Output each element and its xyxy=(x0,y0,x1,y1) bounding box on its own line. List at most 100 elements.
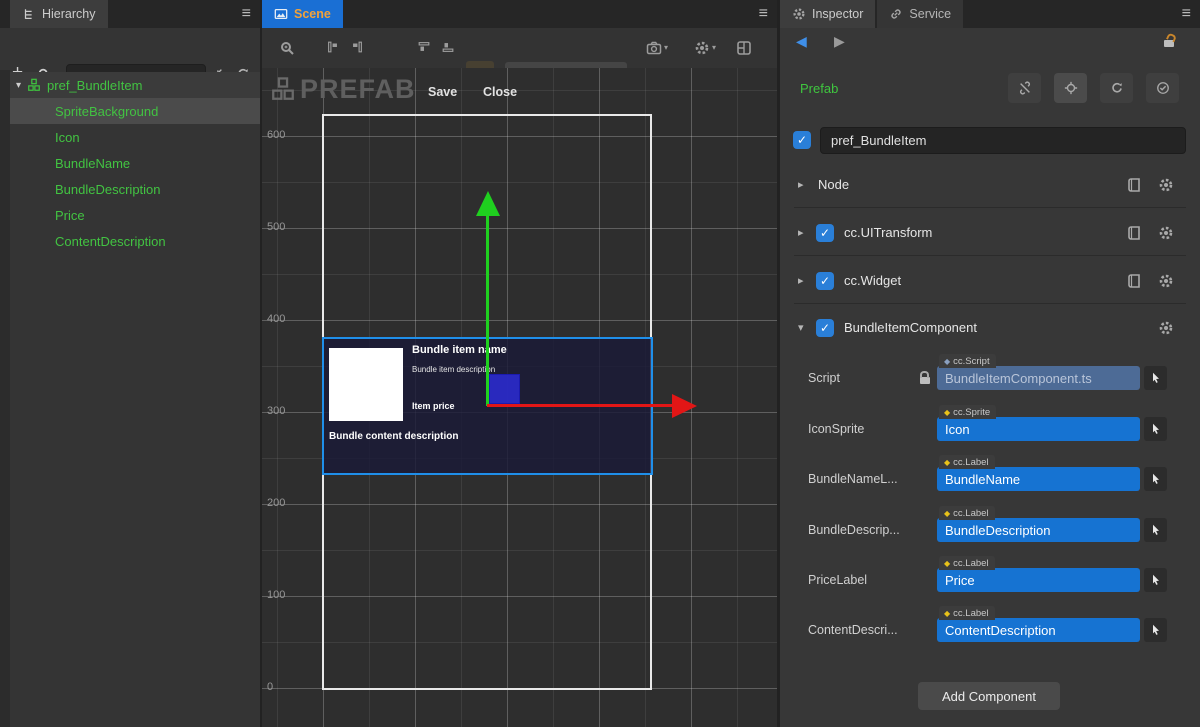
bundledescription-value-field[interactable]: BundleDescription xyxy=(937,518,1140,542)
contentdescription-value-field[interactable]: ContentDescription xyxy=(937,618,1140,642)
align-top-button[interactable] xyxy=(417,40,431,59)
ruler-label: 200 xyxy=(267,497,285,509)
tree-item-bundledescription[interactable]: BundleDescription xyxy=(10,176,260,202)
inspector-lock-icon[interactable] xyxy=(1164,40,1174,47)
section-node[interactable]: ▸ Node xyxy=(780,172,1200,198)
tab-service[interactable]: Service xyxy=(877,0,963,28)
type-badge: ◆cc.Label xyxy=(939,506,995,520)
reset-prefab-button[interactable] xyxy=(1100,73,1133,103)
nav-forward-button[interactable]: ▶ xyxy=(834,33,845,50)
expand-caret-icon[interactable]: ▾ xyxy=(16,80,21,91)
nav-back-button[interactable]: ◀ xyxy=(796,33,807,50)
cursor-icon xyxy=(1150,473,1162,485)
caret-right-icon[interactable]: ▸ xyxy=(798,178,804,191)
diamond-icon: ◆ xyxy=(944,408,950,417)
node-name-input[interactable] xyxy=(820,127,1186,154)
tree-item-label: ContentDescription xyxy=(55,234,166,249)
tree-item-price[interactable]: Price xyxy=(10,202,260,228)
card-item-price: Item price xyxy=(412,401,455,411)
component-menu-button[interactable] xyxy=(1158,319,1174,337)
inspector-menu-icon[interactable]: ≡ xyxy=(1182,3,1191,25)
zoom-button[interactable] xyxy=(279,39,295,57)
gizmo-y-arrowhead[interactable] xyxy=(476,191,500,216)
section-widget[interactable]: ▸ ✓ cc.Widget xyxy=(780,268,1200,294)
asset-picker-button[interactable] xyxy=(1144,467,1167,491)
ruler-label: 500 xyxy=(267,221,285,233)
align-right-button[interactable] xyxy=(350,40,364,59)
caret-right-icon[interactable]: ▸ xyxy=(798,274,804,287)
gizmo-x-arrowhead[interactable] xyxy=(672,394,697,418)
pricelabel-value-field[interactable]: Price xyxy=(937,568,1140,592)
asset-picker-button[interactable] xyxy=(1144,618,1167,642)
script-value-field[interactable]: BundleItemComponent.ts xyxy=(937,366,1140,390)
prop-label-bundledescription: BundleDescrip... xyxy=(808,523,900,537)
scene-toolbar: Default De... ▼ ▾ ▾ xyxy=(262,28,777,68)
divider xyxy=(794,303,1186,304)
tree-item-icon[interactable]: Icon xyxy=(10,124,260,150)
bundlename-value-field[interactable]: BundleName xyxy=(937,467,1140,491)
divider xyxy=(794,255,1186,256)
component-menu-button[interactable] xyxy=(1158,272,1174,290)
locate-prefab-button[interactable] xyxy=(1054,73,1087,103)
node-active-checkbox[interactable]: ✓ xyxy=(793,131,811,149)
scene-menu-icon[interactable]: ≡ xyxy=(759,3,768,25)
gizmo-x-axis[interactable] xyxy=(487,404,673,407)
align-top-icon xyxy=(417,40,431,54)
section-label: cc.Widget xyxy=(844,273,901,288)
section-bundleitemcomponent[interactable]: ▾ ✓ BundleItemComponent xyxy=(780,315,1200,341)
component-enable-checkbox[interactable]: ✓ xyxy=(816,319,834,337)
tree-item-contentdescription[interactable]: ContentDescription xyxy=(10,228,260,254)
caret-right-icon[interactable]: ▸ xyxy=(798,226,804,239)
diamond-icon: ◆ xyxy=(944,609,950,618)
unlink-icon xyxy=(1018,81,1032,95)
iconsprite-value-field[interactable]: Icon xyxy=(937,417,1140,441)
tree-item-label: BundleName xyxy=(55,156,130,171)
save-button[interactable]: Save xyxy=(428,85,457,99)
caret-down-icon[interactable]: ▾ xyxy=(798,321,804,334)
scene-panel: Scene ≡ Default De... ▼ ▾ ▾ 600 500 400 … xyxy=(262,0,777,727)
component-enable-checkbox[interactable]: ✓ xyxy=(816,224,834,242)
camera-settings-button[interactable]: ▾ xyxy=(646,39,668,57)
layout-grid-button[interactable] xyxy=(736,39,752,57)
hierarchy-menu-icon[interactable]: ≡ xyxy=(242,3,251,25)
section-label: Node xyxy=(818,177,849,192)
add-component-button[interactable]: Add Component xyxy=(918,682,1060,710)
tree-item-pref-bundleitem[interactable]: ▾ pref_BundleItem xyxy=(10,72,260,98)
component-enable-checkbox[interactable]: ✓ xyxy=(816,272,834,290)
inspector-tab-label: Inspector xyxy=(812,7,863,21)
help-docs-button[interactable] xyxy=(1126,272,1142,290)
prefab-watermark: PREFAB xyxy=(300,74,416,105)
help-docs-button[interactable] xyxy=(1126,224,1142,242)
tab-hierarchy[interactable]: Hierarchy xyxy=(10,0,108,28)
scene-viewport[interactable]: 600 500 400 300 200 100 0 PREFAB Save Cl… xyxy=(262,68,777,727)
scene-gear-button[interactable]: ▾ xyxy=(694,39,716,57)
gizmo-plane-handle[interactable] xyxy=(489,374,520,404)
tree-item-spritebackground[interactable]: SpriteBackground xyxy=(10,98,260,124)
apply-prefab-button[interactable] xyxy=(1146,73,1179,103)
section-uitransform[interactable]: ▸ ✓ cc.UITransform xyxy=(780,220,1200,246)
tab-scene[interactable]: Scene xyxy=(262,0,343,28)
asset-picker-button[interactable] xyxy=(1144,518,1167,542)
help-docs-button[interactable] xyxy=(1126,176,1142,194)
tree-item-bundlename[interactable]: BundleName xyxy=(10,150,260,176)
prefab-watermark-icon xyxy=(270,76,296,102)
component-menu-button[interactable] xyxy=(1158,224,1174,242)
align-right-icon xyxy=(350,40,364,54)
ruler-label: 0 xyxy=(267,681,273,693)
card-bundle-name: Bundle item name xyxy=(412,344,507,356)
gear-icon xyxy=(694,40,710,56)
hierarchy-panel: Hierarchy ≡ + ▾ ▾ pref_BundleItem Sprite… xyxy=(0,0,260,727)
align-bottom-button[interactable] xyxy=(441,40,455,59)
close-button[interactable]: Close xyxy=(483,85,517,99)
diamond-icon: ◆ xyxy=(944,509,950,518)
component-menu-button[interactable] xyxy=(1158,176,1174,194)
target-icon xyxy=(1064,81,1078,95)
prefab-icon xyxy=(27,78,41,92)
tab-inspector[interactable]: Inspector xyxy=(780,0,875,28)
scene-icon xyxy=(274,7,288,21)
align-left-button[interactable] xyxy=(326,40,340,59)
unlink-prefab-button[interactable] xyxy=(1008,73,1041,103)
asset-picker-button[interactable] xyxy=(1144,417,1167,441)
asset-picker-button[interactable] xyxy=(1144,568,1167,592)
asset-picker-button[interactable] xyxy=(1144,366,1167,390)
